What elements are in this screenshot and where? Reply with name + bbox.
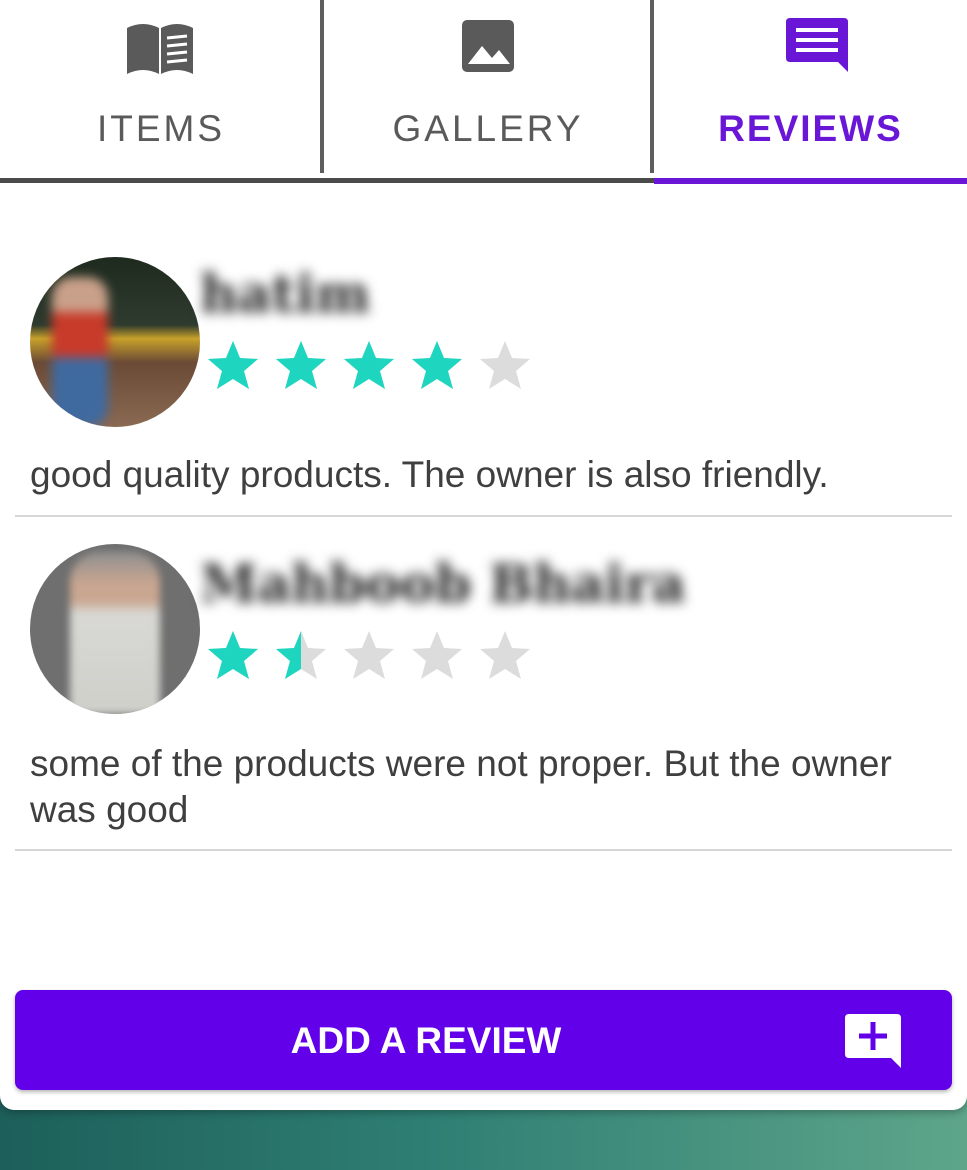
review-text: good quality products. The owner is also… bbox=[30, 454, 829, 495]
star-filled-icon bbox=[205, 338, 273, 398]
tab-active-indicator bbox=[654, 178, 967, 184]
tab-gallery-label: GALLERY bbox=[392, 108, 584, 149]
star-filled-icon bbox=[205, 628, 273, 688]
star-filled-icon bbox=[341, 338, 409, 398]
tab-bar: ITEMS GALLERY REVIEWS bbox=[0, 0, 967, 184]
tab-reviews[interactable]: REVIEWS bbox=[654, 0, 967, 184]
reviews-card: ITEMS GALLERY REVIEWS hatim good quality… bbox=[0, 0, 967, 1110]
comment-icon bbox=[786, 18, 848, 72]
add-review-button[interactable]: ADD A REVIEW bbox=[15, 990, 952, 1090]
add-comment-icon bbox=[845, 1014, 901, 1068]
avatar bbox=[30, 544, 200, 714]
review-text: some of the products were not proper. Bu… bbox=[30, 743, 892, 830]
star-filled-icon bbox=[409, 338, 477, 398]
avatar bbox=[30, 257, 200, 427]
star-filled-icon bbox=[273, 338, 341, 398]
star-half-icon bbox=[273, 628, 341, 688]
review-divider bbox=[15, 515, 952, 517]
star-rating bbox=[205, 628, 545, 688]
star-empty-icon bbox=[477, 628, 545, 688]
tab-reviews-label: REVIEWS bbox=[718, 108, 903, 149]
reviewer-name: Mahboob Bhaira bbox=[200, 554, 686, 615]
image-icon bbox=[462, 20, 514, 72]
book-icon bbox=[127, 24, 193, 74]
tab-items-label: ITEMS bbox=[96, 108, 226, 149]
star-empty-icon bbox=[477, 338, 545, 398]
star-empty-icon bbox=[341, 628, 409, 688]
add-review-label: ADD A REVIEW bbox=[290, 1020, 562, 1061]
star-empty-icon bbox=[409, 628, 477, 688]
tab-items[interactable]: ITEMS bbox=[0, 0, 322, 178]
reviewer-name: hatim bbox=[200, 264, 371, 325]
review-divider bbox=[15, 849, 952, 851]
star-rating bbox=[205, 338, 545, 398]
tab-gallery[interactable]: GALLERY bbox=[324, 0, 652, 178]
